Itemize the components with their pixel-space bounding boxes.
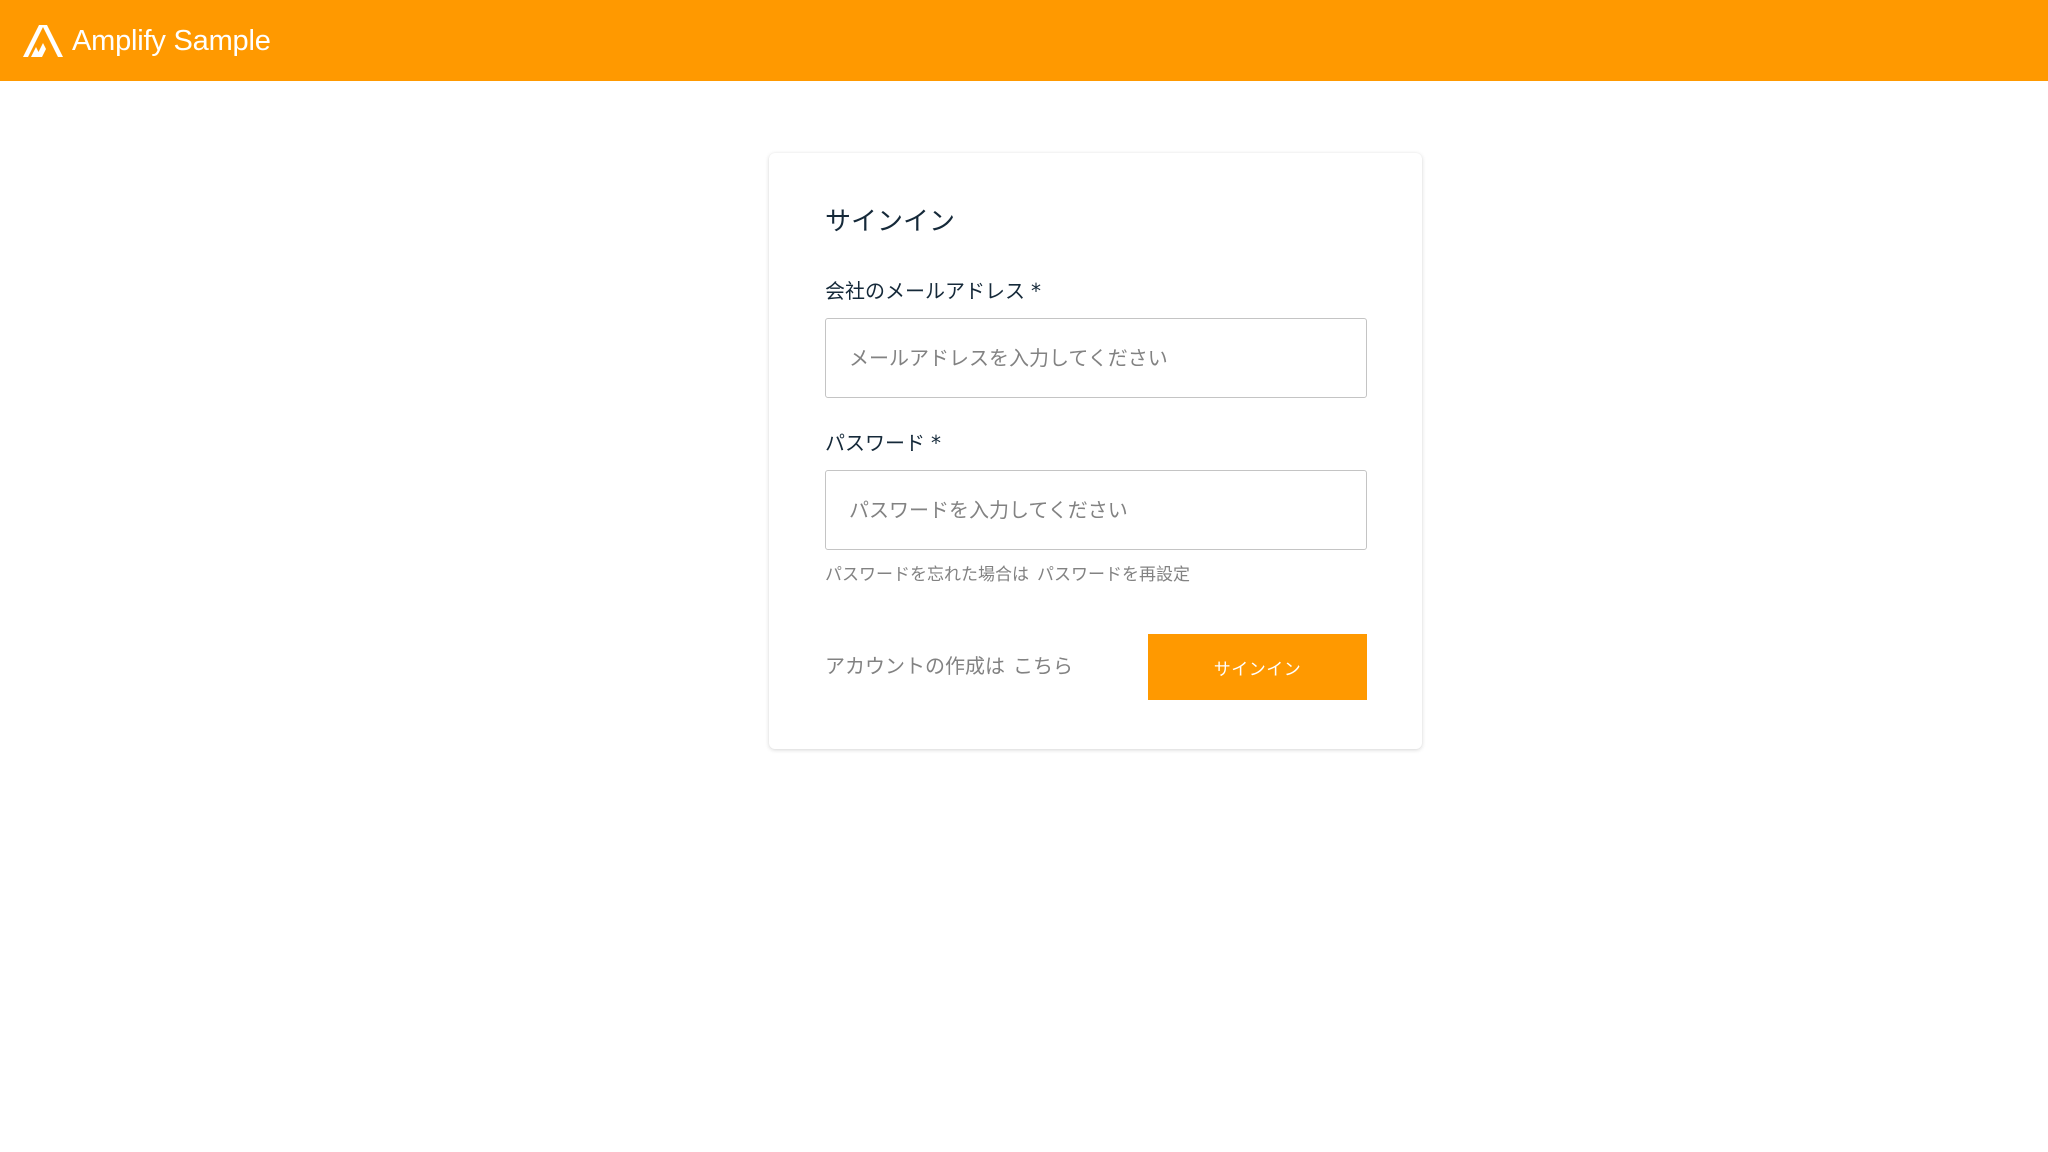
create-account-link[interactable]: こちら bbox=[1013, 654, 1073, 678]
email-label: 会社のメールアドレス * bbox=[825, 277, 1041, 305]
email-label-text: 会社のメールアドレス bbox=[825, 279, 1025, 303]
password-label-text: パスワード bbox=[825, 431, 925, 455]
forgot-password-row: パスワードを忘れた場合は パスワードを再設定 bbox=[825, 563, 1190, 587]
reset-password-link[interactable]: パスワードを再設定 bbox=[1037, 565, 1190, 585]
email-input[interactable] bbox=[825, 318, 1367, 398]
create-account-row: アカウントの作成は こちら bbox=[825, 651, 1073, 681]
password-required-mark: * bbox=[931, 431, 941, 455]
app-header: Amplify Sample bbox=[0, 0, 2048, 81]
amplify-logo-icon bbox=[23, 24, 63, 57]
signin-card: サインイン 会社のメールアドレス* パスワード* パスワードを忘れた場合はパスワ… bbox=[769, 153, 1422, 749]
email-required-mark: * bbox=[1031, 279, 1041, 303]
forgot-password-prefix: パスワードを忘れた場合は bbox=[825, 565, 1029, 585]
password-input[interactable] bbox=[825, 470, 1367, 550]
signin-title: サインイン bbox=[825, 207, 956, 237]
create-account-prefix: アカウントの作成は bbox=[825, 654, 1005, 678]
signin-button[interactable]: サインイン bbox=[1148, 634, 1367, 700]
app-brand-title: Amplify Sample bbox=[72, 24, 271, 57]
password-label: パスワード * bbox=[825, 429, 941, 457]
